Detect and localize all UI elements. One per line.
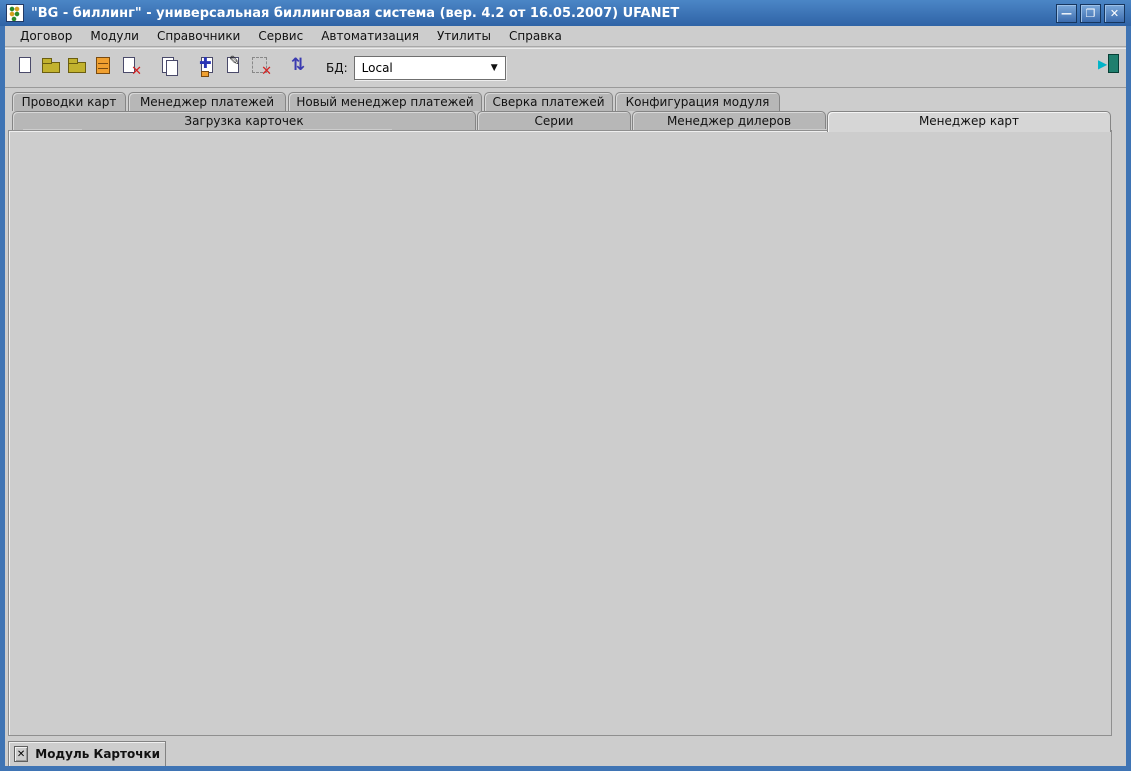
tab-row2-0[interactable]: Загрузка карточек [12, 111, 476, 130]
dot-shape [201, 71, 209, 77]
application-window: "BG - биллинг" - универсальная биллингов… [0, 0, 1131, 771]
module-tab-row-bottom: Загрузка карточекСерииМенеджер дилеровМе… [12, 111, 1111, 132]
toolbar: ✚ ✎ ⇅ БД: Local ▼ [5, 48, 1126, 88]
menu-item[interactable]: Справка [500, 26, 571, 47]
maximize-button[interactable]: ❐ [1080, 4, 1101, 23]
menu-item[interactable]: Автоматизация [312, 26, 428, 47]
menu-bar: ДоговорМодулиСправочникиСервисАвтоматиза… [5, 26, 1126, 47]
pencil-shape: ✎ [229, 54, 240, 69]
folder-shape [68, 62, 86, 73]
app-icon [6, 4, 24, 22]
window-controls: — ❐ ✕ [1056, 4, 1125, 23]
module-bottom-tab[interactable]: ✕ Модуль Карточки [8, 741, 166, 766]
page-shape [19, 57, 31, 73]
tab-row2-2[interactable]: Менеджер дилеров [632, 111, 826, 130]
toolbar-icons: ✚ ✎ ⇅ [13, 52, 312, 84]
menu-item[interactable]: Справочники [148, 26, 249, 47]
edit-item-icon[interactable]: ✎ [221, 52, 247, 80]
door-icon [1108, 54, 1119, 73]
menu-item[interactable]: Сервис [249, 26, 312, 47]
minimize-button[interactable]: — [1056, 4, 1077, 23]
db-select[interactable]: Local ▼ [354, 56, 506, 80]
db-label: БД: [326, 61, 348, 75]
exit-icon[interactable]: ▶ [1097, 51, 1121, 77]
chevron-down-icon: ▼ [491, 63, 498, 73]
delete-document-icon[interactable] [117, 52, 143, 80]
arrow-right-icon: ▶ [1098, 57, 1107, 71]
refresh-shape: ⇅ [291, 55, 305, 75]
menu-item[interactable]: Договор [11, 26, 81, 47]
folder-shape [42, 62, 60, 73]
close-module-icon[interactable]: ✕ [14, 746, 28, 762]
tab-row2-1[interactable]: Серии [477, 111, 631, 130]
plus-shape: ✚ [199, 54, 212, 72]
add-item-icon[interactable]: ✚ [195, 52, 221, 80]
import-folder-icon[interactable] [65, 52, 91, 80]
window-title: "BG - биллинг" - универсальная биллингов… [31, 6, 679, 21]
module-bottom-tab-label: Модуль Карточки [35, 747, 160, 761]
remove-item-icon[interactable] [247, 52, 273, 80]
archive-icon[interactable] [91, 52, 117, 80]
title-bar[interactable]: "BG - биллинг" - универсальная биллингов… [0, 0, 1131, 26]
tab-row1-4[interactable]: Конфигурация модуля [615, 92, 780, 111]
card-manager-panel [8, 130, 1112, 736]
page-shape [166, 60, 178, 76]
open-folder-icon[interactable] [39, 52, 65, 80]
tab-row1-2[interactable]: Новый менеджер платежей [288, 92, 482, 111]
refresh-icon[interactable]: ⇅ [286, 52, 312, 80]
new-document-icon[interactable] [13, 52, 39, 80]
tab-row1-3[interactable]: Сверка платежей [484, 92, 613, 111]
page-shape [123, 57, 135, 73]
module-tab-row-top: Проводки картМенеджер платежейНовый мене… [12, 92, 780, 111]
close-button[interactable]: ✕ [1104, 4, 1125, 23]
tab-row2-3[interactable]: Менеджер карт [827, 111, 1111, 132]
menu-item[interactable]: Утилиты [428, 26, 500, 47]
db-select-value: Local [362, 61, 393, 75]
tab-row1-1[interactable]: Менеджер платежей [128, 92, 286, 111]
menu-item[interactable]: Модули [81, 26, 148, 47]
tab-row1-0[interactable]: Проводки карт [12, 92, 126, 111]
dashed-shape [252, 57, 267, 73]
copy-document-icon[interactable] [156, 52, 182, 80]
archive-shape [96, 57, 110, 74]
